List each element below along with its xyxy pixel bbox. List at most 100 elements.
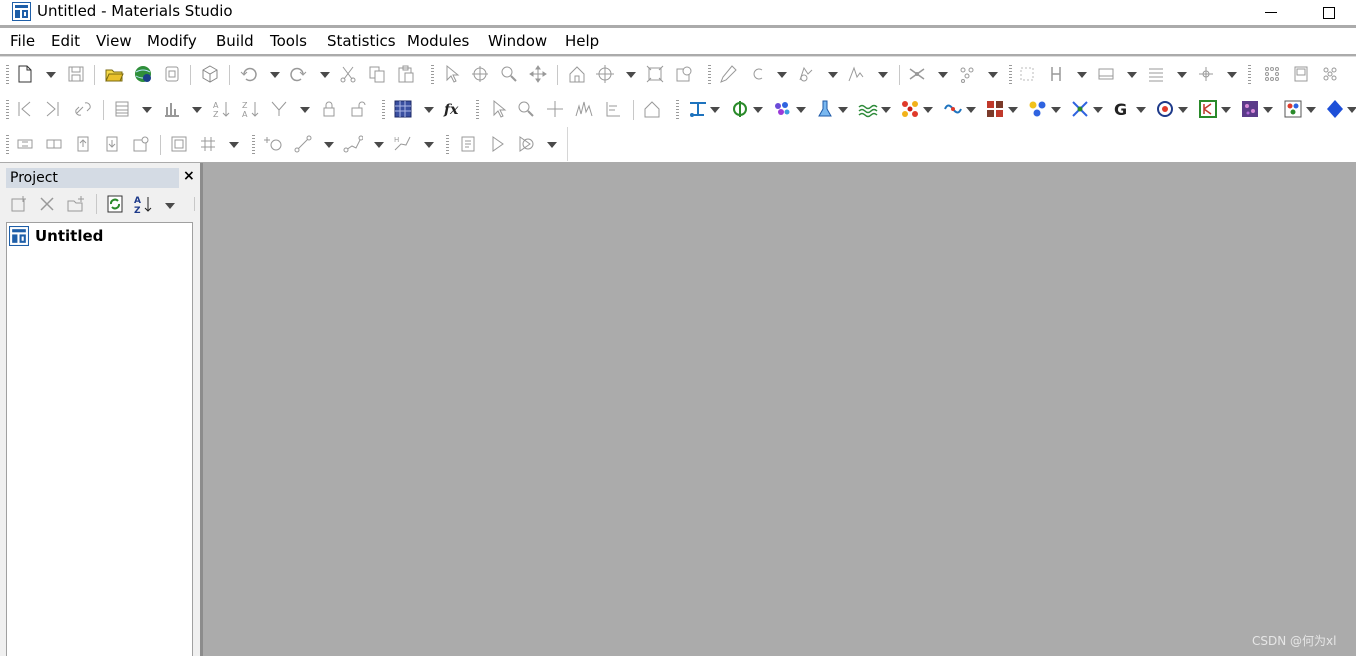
sort-descending-icon[interactable]: ZA	[240, 99, 260, 119]
module-5-icon[interactable]	[858, 99, 878, 119]
menu-view[interactable]: View	[96, 32, 132, 50]
bond-icon[interactable]	[907, 64, 927, 84]
module-2-icon[interactable]	[730, 99, 750, 119]
module-16-dropdown[interactable]	[1347, 107, 1356, 113]
line-icon[interactable]	[293, 134, 313, 154]
cluster-dropdown[interactable]	[988, 72, 998, 78]
module-7-dropdown[interactable]	[966, 107, 976, 113]
align-top-icon[interactable]	[73, 134, 93, 154]
module-3-dropdown[interactable]	[796, 107, 806, 113]
toolbar-grip[interactable]	[476, 100, 479, 120]
crystal-dropdown[interactable]	[1227, 72, 1237, 78]
minimize-button[interactable]	[1248, 0, 1294, 25]
module-8-icon[interactable]	[985, 99, 1005, 119]
crystal-icon[interactable]	[1196, 64, 1216, 84]
grid-dropdown[interactable]	[229, 142, 239, 148]
toolbar-grip[interactable]	[252, 135, 255, 155]
module-3-icon[interactable]	[772, 99, 792, 119]
fit-screen-icon[interactable]	[645, 64, 665, 84]
cut-icon[interactable]	[338, 64, 358, 84]
menu-statistics[interactable]: Statistics	[327, 32, 396, 50]
undo-dropdown[interactable]	[270, 72, 280, 78]
toolbar-grip[interactable]	[676, 100, 679, 120]
point-icon[interactable]	[264, 134, 284, 154]
menu-window[interactable]: Window	[488, 32, 547, 50]
toolbar-grip[interactable]	[708, 65, 711, 85]
zoom-icon[interactable]	[499, 64, 519, 84]
new-folder-icon[interactable]	[9, 194, 29, 214]
layers-icon[interactable]	[1146, 64, 1166, 84]
grid-icon[interactable]	[198, 134, 218, 154]
center-icon[interactable]	[595, 64, 615, 84]
toolbar-grip[interactable]	[1009, 65, 1012, 85]
sketch-fragment-icon[interactable]	[796, 64, 816, 84]
translate-icon[interactable]	[528, 64, 548, 84]
table-dropdown[interactable]	[142, 107, 152, 113]
close-icon[interactable]: ×	[183, 168, 195, 184]
path-dropdown[interactable]	[424, 142, 434, 148]
script-icon[interactable]	[458, 134, 478, 154]
new-document-icon[interactable]	[15, 64, 35, 84]
function-icon[interactable]: fx	[443, 99, 463, 119]
menu-modules[interactable]: Modules	[407, 32, 469, 50]
fragment-dropdown[interactable]	[828, 72, 838, 78]
menu-tools[interactable]: Tools	[270, 32, 307, 50]
open-folder-icon[interactable]	[104, 64, 124, 84]
new-file-icon[interactable]	[66, 194, 86, 214]
group-icon[interactable]	[169, 134, 189, 154]
toolbar-grip[interactable]	[6, 135, 9, 155]
debug-icon[interactable]	[516, 134, 536, 154]
toolbar-grip[interactable]	[6, 65, 9, 85]
properties-icon[interactable]	[131, 134, 151, 154]
undo-icon[interactable]	[239, 64, 259, 84]
center-dropdown[interactable]	[626, 72, 636, 78]
module-4-icon[interactable]	[815, 99, 835, 119]
lock-icon[interactable]	[319, 99, 339, 119]
maximize-button[interactable]	[1306, 0, 1352, 25]
internet-icon[interactable]	[133, 64, 153, 84]
select-arrow-icon[interactable]	[488, 99, 508, 119]
chart-dropdown[interactable]	[192, 107, 202, 113]
delete-icon[interactable]	[37, 194, 57, 214]
align-center-icon[interactable]	[44, 134, 64, 154]
toolbar-grip[interactable]	[382, 100, 385, 120]
toolbar-grip[interactable]	[431, 65, 434, 85]
sort-az-icon[interactable]: AZ	[133, 194, 153, 214]
align-left-icon[interactable]	[15, 134, 35, 154]
3d-cube-icon[interactable]	[200, 64, 220, 84]
copy-icon[interactable]	[367, 64, 387, 84]
filter-icon[interactable]	[269, 99, 289, 119]
toolbar-grip[interactable]	[446, 135, 449, 155]
module-11-icon[interactable]: G	[1113, 99, 1133, 119]
new-dropdown[interactable]	[46, 72, 56, 78]
save-icon[interactable]	[66, 64, 86, 84]
menu-build[interactable]: Build	[216, 32, 254, 50]
layers-dropdown[interactable]	[1177, 72, 1187, 78]
cell-icon[interactable]	[1096, 64, 1116, 84]
module-7-icon[interactable]	[943, 99, 963, 119]
unlock-icon[interactable]	[348, 99, 368, 119]
module-6-icon[interactable]	[900, 99, 920, 119]
chain-icon[interactable]	[343, 134, 363, 154]
supercell-icon[interactable]	[1291, 64, 1311, 84]
module-1-dropdown[interactable]	[710, 107, 720, 113]
sort-ascending-icon[interactable]: AZ	[211, 99, 231, 119]
module-14-icon[interactable]	[1240, 99, 1260, 119]
module-10-icon[interactable]	[1070, 99, 1090, 119]
module-12-icon[interactable]	[1155, 99, 1175, 119]
menu-modify[interactable]: Modify	[147, 32, 197, 50]
menu-file[interactable]: File	[10, 32, 35, 50]
module-12-dropdown[interactable]	[1178, 107, 1188, 113]
paste-icon[interactable]	[396, 64, 416, 84]
chain-dropdown[interactable]	[374, 142, 384, 148]
filter-dropdown[interactable]	[300, 107, 310, 113]
bond-dropdown[interactable]	[938, 72, 948, 78]
debug-dropdown[interactable]	[547, 142, 557, 148]
run-icon[interactable]	[487, 134, 507, 154]
redo-icon[interactable]	[288, 64, 308, 84]
tree-item[interactable]: Untitled	[9, 226, 103, 246]
module-8-dropdown[interactable]	[1008, 107, 1018, 113]
refresh-icon[interactable]	[105, 194, 125, 214]
study-table-icon[interactable]	[393, 99, 413, 119]
module-9-dropdown[interactable]	[1051, 107, 1061, 113]
